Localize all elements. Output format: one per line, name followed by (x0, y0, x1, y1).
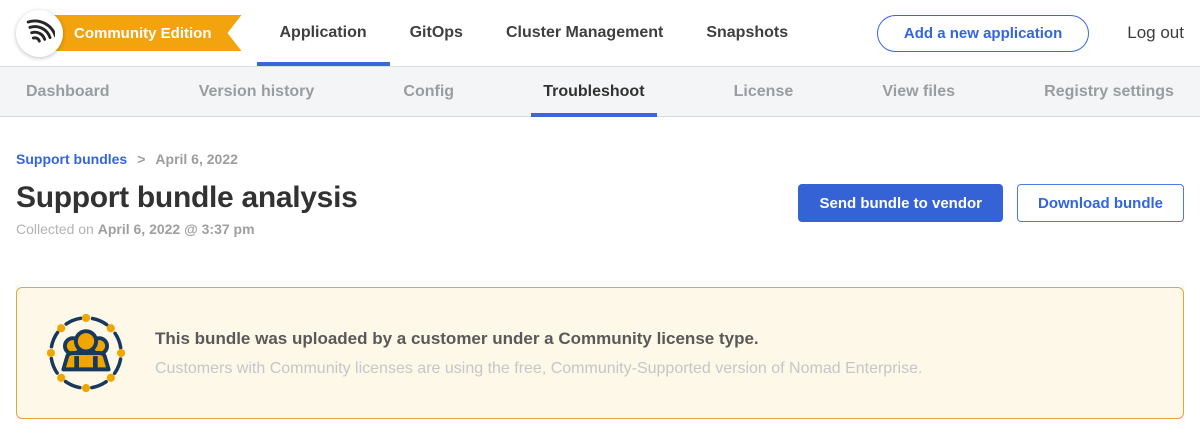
subnav-item-registry-settings[interactable]: Registry settings (1044, 67, 1174, 116)
collected-timestamp: Collected on April 6, 2022 @ 3:37 pm (16, 221, 357, 237)
subnav-item-version-history[interactable]: Version history (199, 67, 315, 116)
add-application-button[interactable]: Add a new application (877, 15, 1089, 52)
community-people-icon (47, 314, 125, 392)
collected-prefix: Collected on (16, 221, 98, 237)
edition-badge-label: Community Edition (74, 25, 212, 42)
notice-title: This bundle was uploaded by a customer u… (155, 329, 922, 349)
logout-link[interactable]: Log out (1127, 23, 1184, 43)
replicated-logo-icon (25, 16, 55, 51)
app-subnav: Dashboard Version history Config Trouble… (0, 66, 1200, 117)
breadcrumb: Support bundles > April 6, 2022 (16, 151, 1184, 167)
notice-text: This bundle was uploaded by a customer u… (155, 329, 922, 378)
community-license-notice: This bundle was uploaded by a customer u… (16, 287, 1184, 419)
brand: Community Edition (16, 10, 242, 57)
tab-cluster-management[interactable]: Cluster Management (506, 0, 663, 66)
subnav-item-dashboard[interactable]: Dashboard (26, 67, 110, 116)
collected-date: April 6, 2022 @ 3:37 pm (98, 221, 255, 237)
breadcrumb-support-bundles-link[interactable]: Support bundles (16, 151, 127, 167)
title-block: Support bundle analysis Collected on Apr… (16, 181, 357, 237)
main-content: Support bundles > April 6, 2022 Support … (0, 117, 1200, 419)
notice-subtitle: Customers with Community licenses are us… (155, 360, 922, 378)
bundle-actions: Send bundle to vendor Download bundle (798, 184, 1184, 222)
subnav-item-config[interactable]: Config (403, 67, 454, 116)
send-bundle-to-vendor-button[interactable]: Send bundle to vendor (798, 184, 1003, 222)
title-row: Support bundle analysis Collected on Apr… (16, 181, 1184, 237)
tab-gitops[interactable]: GitOps (410, 0, 463, 66)
breadcrumb-current: April 6, 2022 (155, 151, 238, 167)
subnav-item-troubleshoot[interactable]: Troubleshoot (543, 67, 644, 116)
breadcrumb-separator: > (137, 151, 145, 167)
top-header: Community Edition Application GitOps Clu… (0, 0, 1200, 66)
subnav-item-view-files[interactable]: View files (882, 67, 955, 116)
tab-application[interactable]: Application (280, 0, 367, 66)
subnav-item-license[interactable]: License (734, 67, 794, 116)
header-right: Add a new application Log out (877, 15, 1184, 52)
download-bundle-button[interactable]: Download bundle (1017, 184, 1184, 222)
edition-badge: Community Edition (50, 15, 242, 51)
tab-snapshots[interactable]: Snapshots (706, 0, 788, 66)
replicated-logo[interactable] (16, 10, 63, 57)
main-nav: Application GitOps Cluster Management Sn… (280, 0, 789, 66)
page-title: Support bundle analysis (16, 181, 357, 215)
